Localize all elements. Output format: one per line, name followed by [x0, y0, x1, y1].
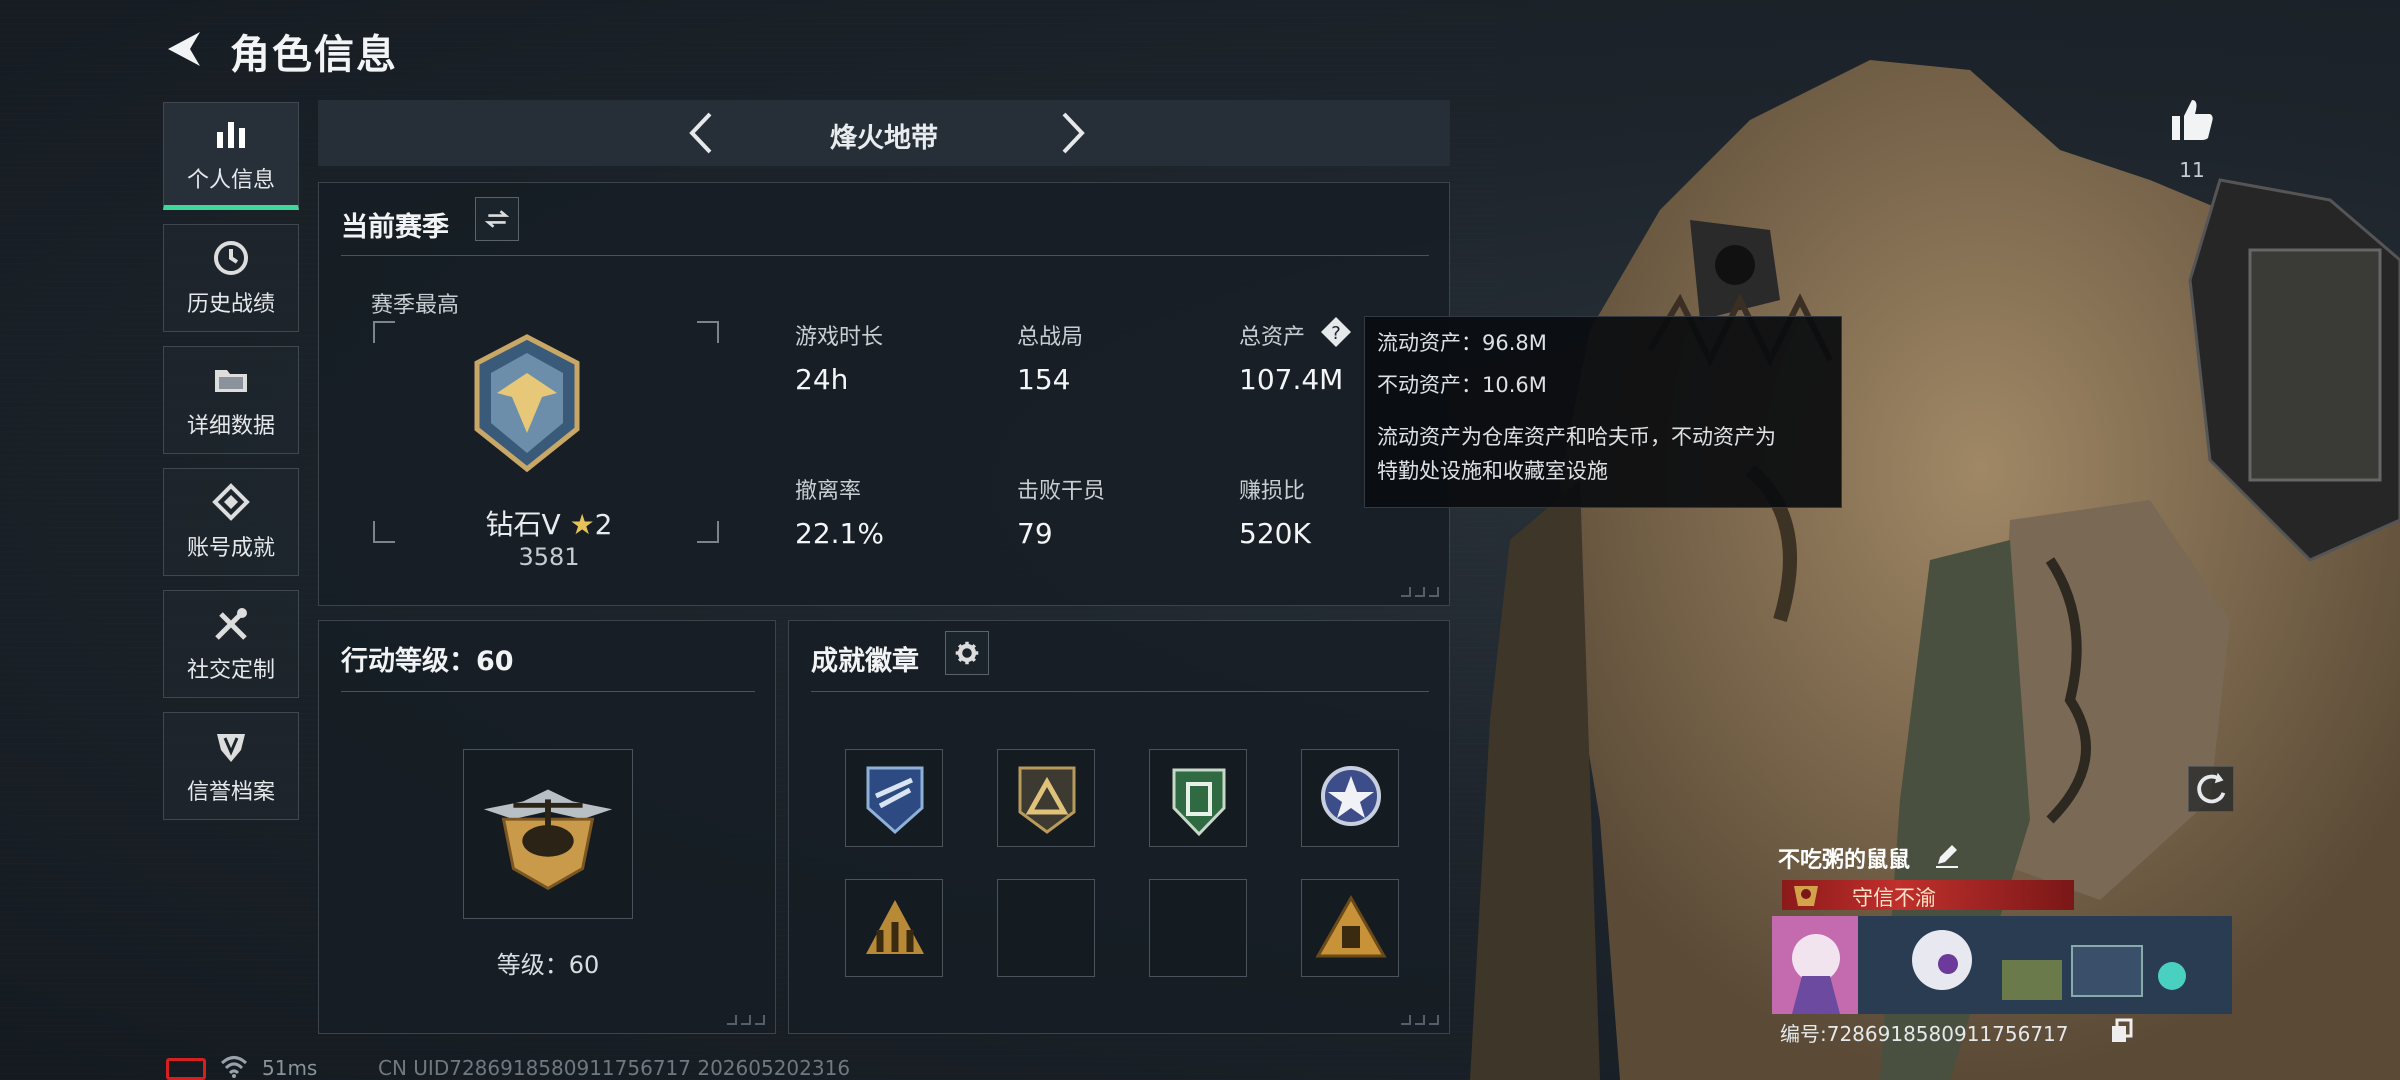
clock-icon: [214, 241, 248, 275]
gold-figures-icon: [866, 900, 924, 954]
season-panel: 当前赛季 赛季最高 钻石V ★2 3581 游戏时长 24h 总战局 154 总…: [318, 182, 1450, 606]
stat-value: 107.4M: [1239, 363, 1344, 396]
achievement-badge[interactable]: [997, 749, 1095, 847]
motto-text: 守信不渝: [1852, 886, 1936, 910]
uid-watermark: CN UID7286918580911756717 202605202316: [378, 1056, 851, 1080]
bar-chart-icon: [217, 122, 245, 148]
achievements-panel: 成就徽章: [788, 620, 1450, 1034]
sidebar-item-personal-info[interactable]: 个人信息: [163, 102, 299, 210]
mode-title: 烽火地带: [830, 123, 938, 154]
gold-triangle-icon: [1018, 766, 1076, 834]
page-title: 角色信息: [230, 32, 398, 78]
green-shield-icon: [1172, 768, 1226, 837]
anime-banner-image: [1772, 916, 2232, 1014]
tooltip-description-line2: 特勤处设施和收藏室设施: [1377, 459, 1608, 483]
stat-value: 154: [1017, 363, 1071, 396]
like-count: 11: [2179, 158, 2205, 182]
achievements-title: 成就徽章: [811, 646, 919, 677]
panel-corner-mark: [1401, 587, 1439, 597]
stat-label: 赚损比: [1239, 479, 1306, 504]
svg-text:?: ?: [1331, 323, 1341, 344]
sidebar-item-label: 信誉档案: [186, 780, 275, 805]
stat-label: 击败干员: [1017, 479, 1106, 504]
tools-icon: [215, 608, 247, 640]
stat-value: 24h: [795, 363, 849, 396]
screen: 角色信息 个人信息 历史战绩 详细数据 账号成就 社交定制 信誉档案 烽火地带 …: [0, 0, 2400, 1080]
stat-label: 总战局: [1017, 325, 1084, 350]
achievement-badge[interactable]: [1301, 749, 1399, 847]
shield-icon: [217, 734, 245, 762]
gear-icon: [955, 641, 979, 665]
swap-season-button[interactable]: [475, 197, 519, 241]
mode-selector: 烽火地带: [318, 100, 1450, 166]
rank-name-row: 钻石V ★2: [319, 503, 779, 543]
swap-icon: [484, 210, 510, 228]
thumbs-up-icon[interactable]: [2168, 96, 2216, 144]
season-title: 当前赛季: [341, 212, 449, 243]
achievement-badge[interactable]: [1149, 749, 1247, 847]
panel-corner-mark: [727, 1015, 765, 1025]
helicopter-badge-icon: [483, 789, 613, 891]
gold-warning-icon: [1315, 894, 1387, 958]
achievement-badge[interactable]: [845, 879, 943, 977]
motto-banner: 守信不渝: [1782, 880, 2074, 910]
sidebar-item-social[interactable]: 社交定制: [163, 590, 299, 698]
sidebar-item-history[interactable]: 历史战绩: [163, 224, 299, 332]
rank-diamond-emblem: [474, 334, 580, 473]
rank-score: 3581: [518, 543, 580, 571]
achievement-badge[interactable]: [1301, 879, 1399, 977]
achievement-badge-empty[interactable]: [997, 879, 1095, 977]
rank-stars: 2: [594, 508, 613, 541]
sidebar-item-reputation[interactable]: 信誉档案: [163, 712, 299, 820]
chevron-right-icon[interactable]: [1046, 108, 1096, 158]
ping-text: 51ms: [262, 1056, 318, 1080]
rank-name: 钻石V: [485, 508, 561, 541]
help-icon[interactable]: ?: [1319, 315, 1353, 349]
level-title: 行动等级：60: [341, 646, 514, 677]
wifi-icon: [220, 1056, 248, 1078]
star-wreath-icon: [1321, 766, 1381, 826]
assets-tooltip: 流动资产：96.8M 不动资产：10.6M 流动资产为仓库资产和哈夫币，不动资产…: [1364, 316, 1842, 508]
stat-label: 撤离率: [795, 479, 862, 504]
back-arrow-icon[interactable]: [160, 26, 210, 72]
tooltip-liquid-assets: 流动资产：96.8M: [1377, 331, 1547, 355]
tooltip-description-line1: 流动资产为仓库资产和哈夫币，不动资产为: [1377, 425, 1776, 449]
stat-label: 游戏时长: [795, 325, 884, 350]
battery-icon: [166, 1058, 206, 1080]
level-label: 等级：60: [496, 951, 600, 979]
stat-value: 79: [1017, 517, 1053, 550]
level-panel: 行动等级：60 等级：60: [318, 620, 776, 1034]
achievement-badge-empty[interactable]: [1149, 879, 1247, 977]
player-name: 不吃粥的鼠鼠: [1778, 848, 1911, 873]
diamond-icon: [212, 483, 250, 521]
sidebar-item-label: 个人信息: [186, 168, 275, 193]
sidebar-item-label: 社交定制: [186, 658, 275, 683]
achievement-settings-button[interactable]: [945, 631, 989, 675]
panel-corner-mark: [1401, 1015, 1439, 1025]
card-banner[interactable]: [1772, 916, 2232, 1014]
season-best-label: 赛季最高: [371, 293, 460, 318]
blue-emblem-icon: [866, 766, 924, 835]
sidebar-item-label: 账号成就: [186, 536, 275, 561]
stat-value: 22.1%: [795, 517, 884, 550]
rotate-icon[interactable]: [2188, 766, 2234, 812]
pencil-icon[interactable]: [1932, 840, 1962, 870]
card-uid: 编号:7286918580911756717: [1780, 1022, 2069, 1046]
stat-value: 520K: [1239, 517, 1311, 550]
achievement-badge[interactable]: [845, 749, 943, 847]
tooltip-fixed-assets: 不动资产：10.6M: [1377, 373, 1547, 397]
sidebar-item-detailed-data[interactable]: 详细数据: [163, 346, 299, 454]
rank-star-icon: ★: [569, 508, 595, 541]
sidebar-item-achievements[interactable]: 账号成就: [163, 468, 299, 576]
motto-emblem-icon: [1794, 886, 1818, 906]
level-badge-frame: [463, 749, 633, 919]
copy-icon[interactable]: [2110, 1018, 2134, 1044]
sidebar-item-label: 详细数据: [186, 414, 275, 439]
stat-label: 总资产: [1239, 325, 1306, 350]
sidebar-item-label: 历史战绩: [186, 292, 275, 317]
folder-icon: [215, 370, 247, 392]
player-card: 不吃粥的鼠鼠 守信不渝 编号:7286918580911756717: [1772, 838, 2232, 1050]
